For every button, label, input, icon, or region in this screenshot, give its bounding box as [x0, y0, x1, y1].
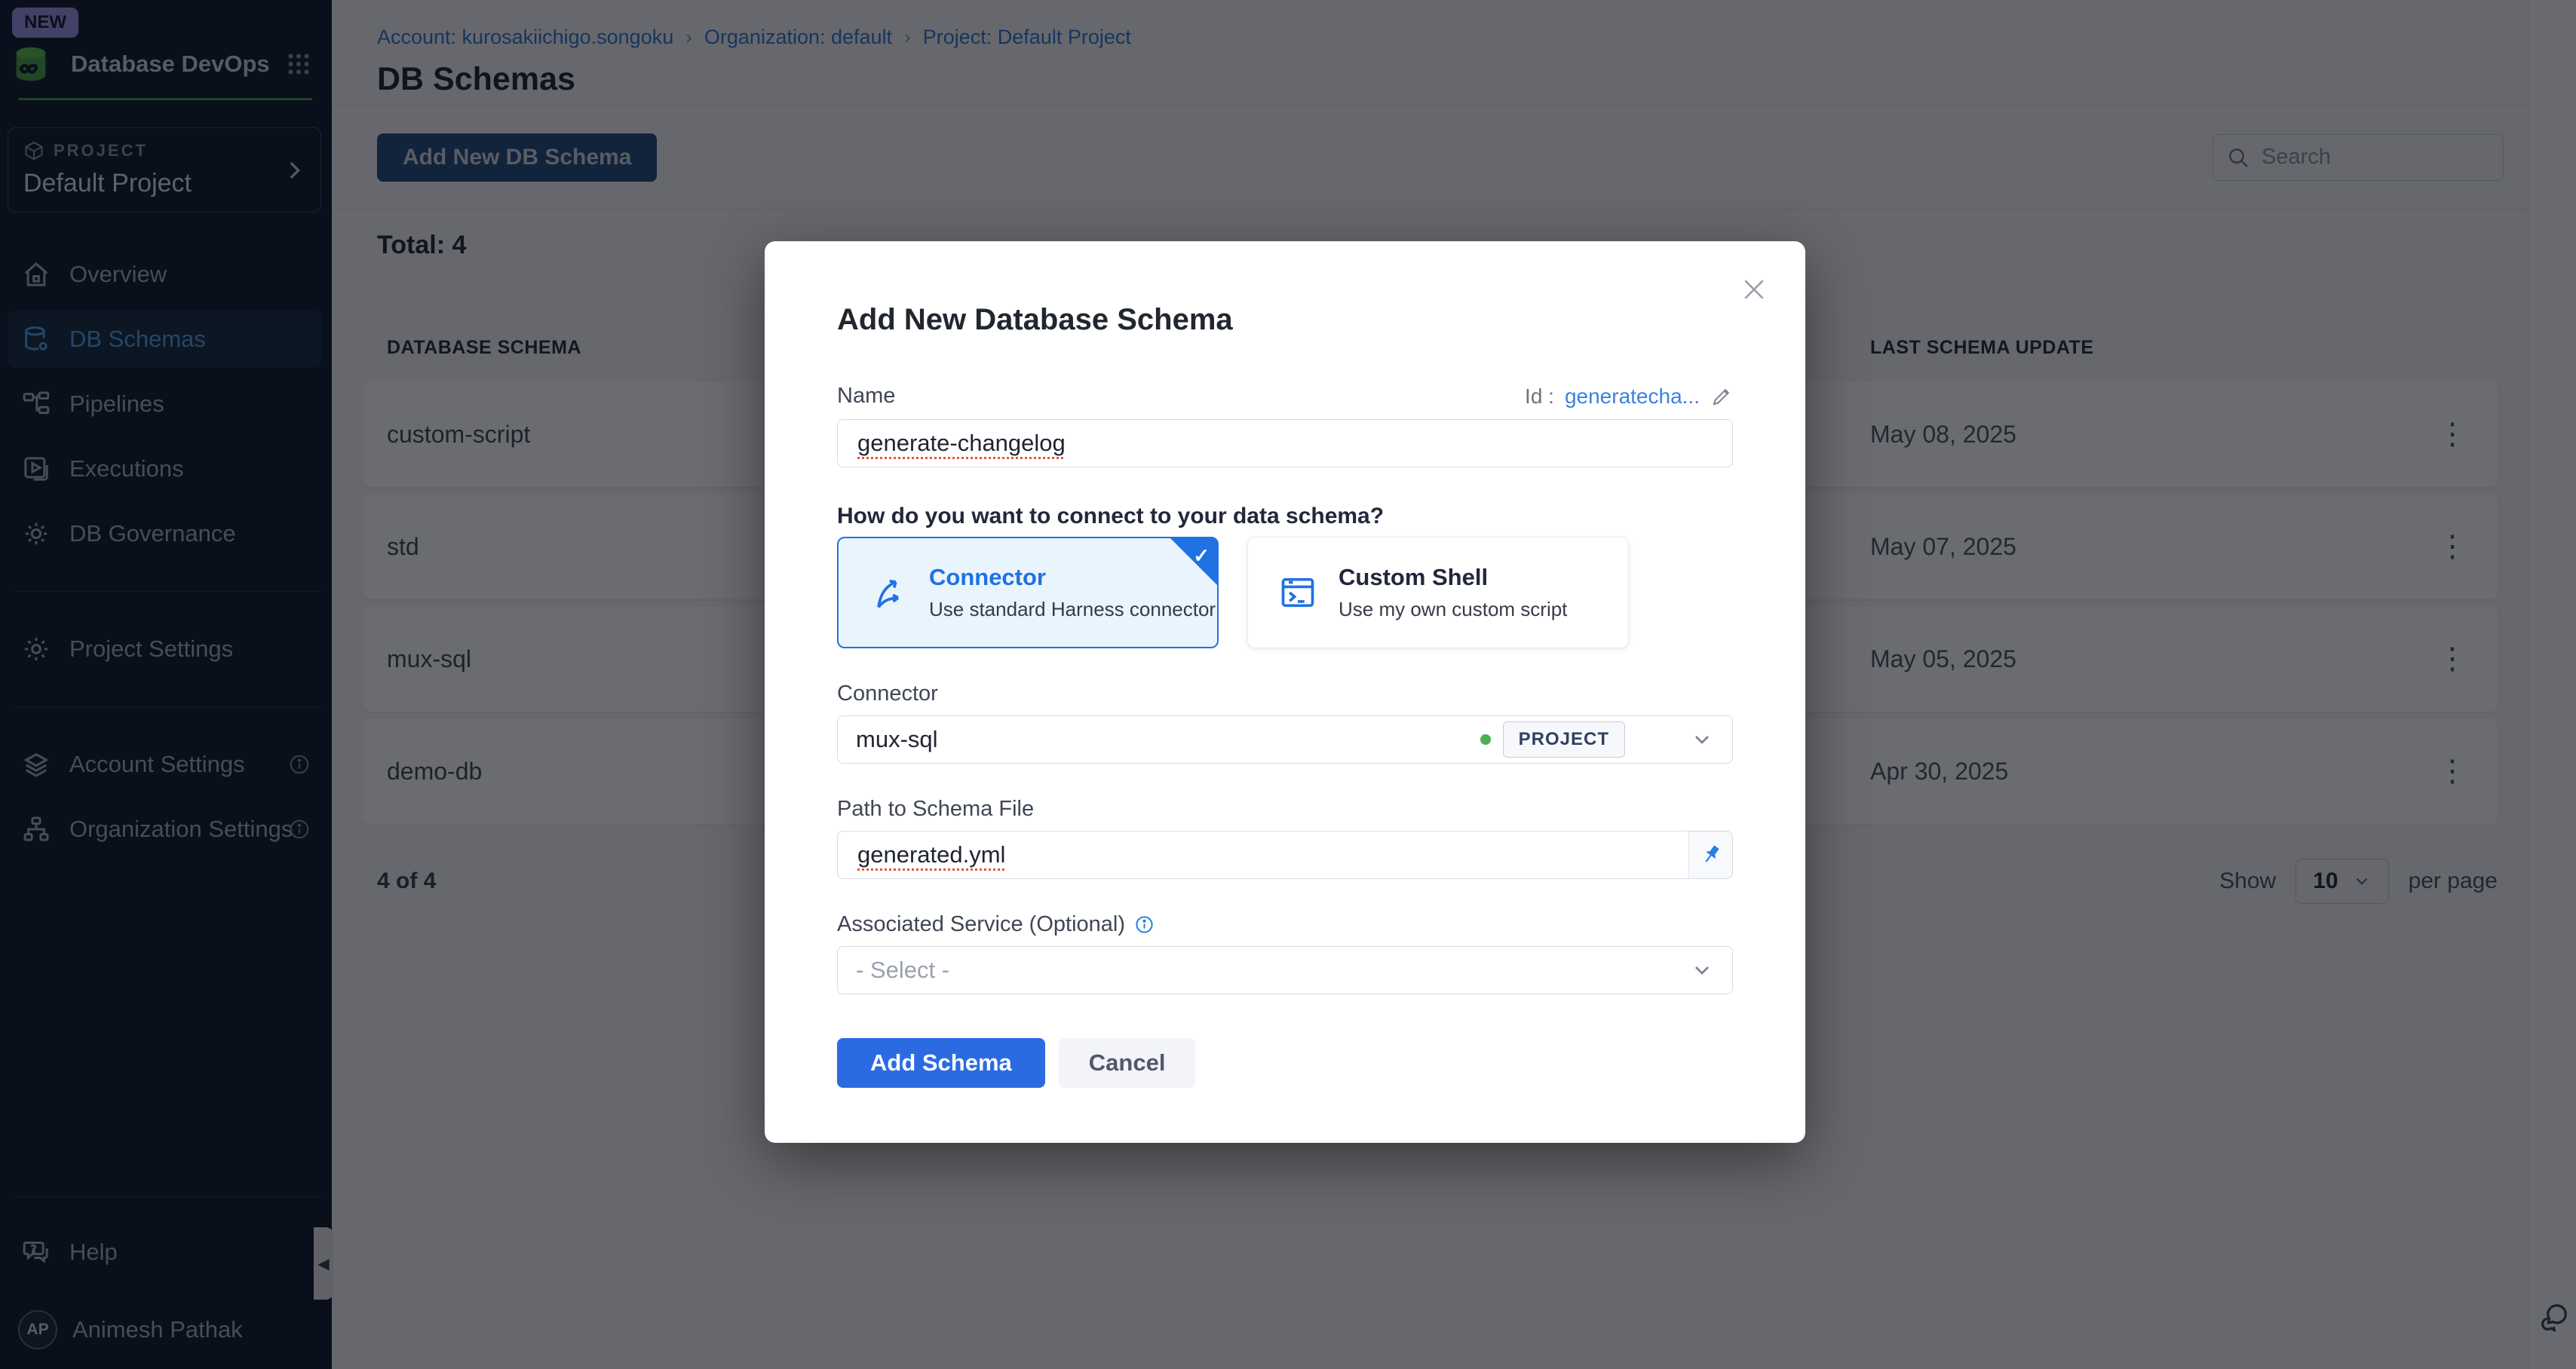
connector-status-dot [1480, 734, 1491, 745]
info-icon[interactable] [1134, 914, 1155, 935]
connector-card-subtitle: Use standard Harness connector [929, 598, 1216, 621]
name-input[interactable]: generate-changelog [837, 419, 1733, 467]
add-schema-button[interactable]: Add Schema [837, 1038, 1045, 1088]
pin-icon [1694, 838, 1728, 872]
path-input[interactable]: generated.yml [837, 831, 1733, 879]
path-input-value: generated.yml [857, 841, 1005, 868]
path-label: Path to Schema File [837, 797, 1733, 822]
check-icon: ✓ [1193, 544, 1210, 568]
cancel-button[interactable]: Cancel [1059, 1038, 1196, 1088]
chevron-down-icon [1690, 727, 1714, 752]
app-root: NEW Database DevOps [0, 0, 2576, 1369]
connect-question: How do you want to connect to your data … [837, 504, 1733, 529]
custom-shell-card-subtitle: Use my own custom script [1339, 598, 1567, 621]
id-value-link[interactable]: generatecha... [1565, 384, 1700, 409]
connector-select[interactable]: mux-sql PROJECT [837, 715, 1733, 764]
service-label: Associated Service (Optional) [837, 912, 1125, 937]
connector-label: Connector [837, 681, 1733, 706]
name-label: Name [837, 384, 895, 409]
custom-shell-card[interactable]: Custom Shell Use my own custom script [1247, 537, 1629, 648]
chevron-down-icon [1690, 958, 1714, 982]
service-label-row: Associated Service (Optional) [837, 912, 1733, 937]
custom-shell-card-title: Custom Shell [1339, 564, 1567, 591]
terminal-icon [1278, 573, 1317, 612]
close-icon[interactable] [1739, 274, 1769, 305]
name-input-value: generate-changelog [857, 430, 1066, 457]
pin-button[interactable] [1688, 832, 1732, 878]
connector-arrows-icon [869, 573, 908, 612]
connection-type-cards: Connector Use standard Harness connector… [837, 537, 1733, 648]
id-prefix-label: Id : [1525, 384, 1554, 409]
connector-card[interactable]: Connector Use standard Harness connector… [837, 537, 1219, 648]
service-placeholder: - Select - [856, 957, 949, 984]
modal-title: Add New Database Schema [837, 241, 1733, 337]
modal-actions: Add Schema Cancel [837, 1038, 1733, 1088]
service-select[interactable]: - Select - [837, 946, 1733, 994]
add-schema-modal: Add New Database Schema Name Id : genera… [765, 241, 1805, 1143]
connector-value: mux-sql [856, 726, 938, 753]
scope-chip: PROJECT [1503, 721, 1625, 758]
edit-id-pencil-icon[interactable] [1710, 385, 1733, 408]
